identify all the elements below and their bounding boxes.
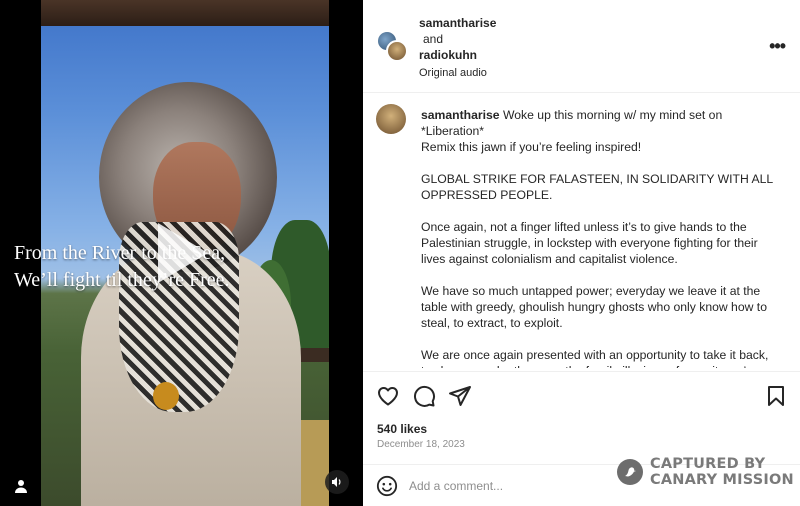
- caption-paragraph: GLOBAL STRIKE FOR FALASTEEN, IN SOLIDARI…: [421, 172, 773, 202]
- likes-count[interactable]: 540 likes: [377, 422, 427, 436]
- audio-link[interactable]: Original audio: [419, 65, 496, 81]
- video-player[interactable]: From the River to the Sea, We’ll fight t…: [0, 0, 363, 506]
- play-icon[interactable]: [158, 223, 208, 283]
- avatar[interactable]: [376, 104, 406, 134]
- collab-avatars[interactable]: [376, 30, 408, 62]
- speaker-icon: [332, 477, 341, 487]
- emoji-icon[interactable]: [376, 475, 398, 497]
- divider: [363, 371, 800, 372]
- caption-paragraph: Once again, not a finger lifted unless i…: [421, 220, 758, 266]
- post-authors: samantharise and radiokuhn Original audi…: [419, 15, 496, 81]
- watermark: CAPTURED BY CANARY MISSION: [617, 455, 797, 489]
- comment-input[interactable]: [409, 476, 609, 496]
- avatar[interactable]: [386, 40, 408, 62]
- bird-icon: [625, 467, 636, 477]
- author-link[interactable]: radiokuhn: [419, 47, 496, 63]
- caption-paragraph: samantharise Woke up this morning w/ my …: [421, 107, 781, 155]
- comment-icon[interactable]: [412, 384, 436, 408]
- action-bar: [376, 384, 472, 408]
- watermark-line: CAPTURED BY: [650, 456, 766, 472]
- author-join-word: and: [423, 32, 444, 46]
- canary-logo-icon: [617, 459, 643, 485]
- video-scene-roof: [41, 0, 329, 26]
- watermark-text: CAPTURED BY CANARY MISSION: [650, 456, 794, 488]
- post-caption: samantharise Woke up this morning w/ my …: [363, 94, 800, 368]
- author-link[interactable]: samantharise: [419, 15, 496, 31]
- bookmark-icon[interactable]: [764, 384, 788, 408]
- caption-username[interactable]: samantharise: [421, 108, 500, 122]
- caption-paragraph: We have so much untapped power; everyday…: [421, 284, 767, 330]
- caption-paragraph: We are once again presented with an oppo…: [421, 348, 769, 368]
- sound-icon[interactable]: [325, 470, 349, 494]
- post-header: samantharise and radiokuhn Original audi…: [363, 0, 800, 93]
- post-date[interactable]: December 18, 2023: [377, 439, 465, 450]
- user-tag-icon[interactable]: [13, 478, 29, 494]
- heart-icon[interactable]: [376, 384, 400, 408]
- more-options-icon[interactable]: •••: [769, 36, 786, 57]
- caption-text: samantharise Woke up this morning w/ my …: [421, 107, 781, 368]
- share-icon[interactable]: [448, 384, 472, 408]
- post-panel: samantharise and radiokuhn Original audi…: [363, 0, 800, 506]
- video-scene-pin: [153, 382, 179, 410]
- watermark-line: CANARY MISSION: [650, 472, 794, 488]
